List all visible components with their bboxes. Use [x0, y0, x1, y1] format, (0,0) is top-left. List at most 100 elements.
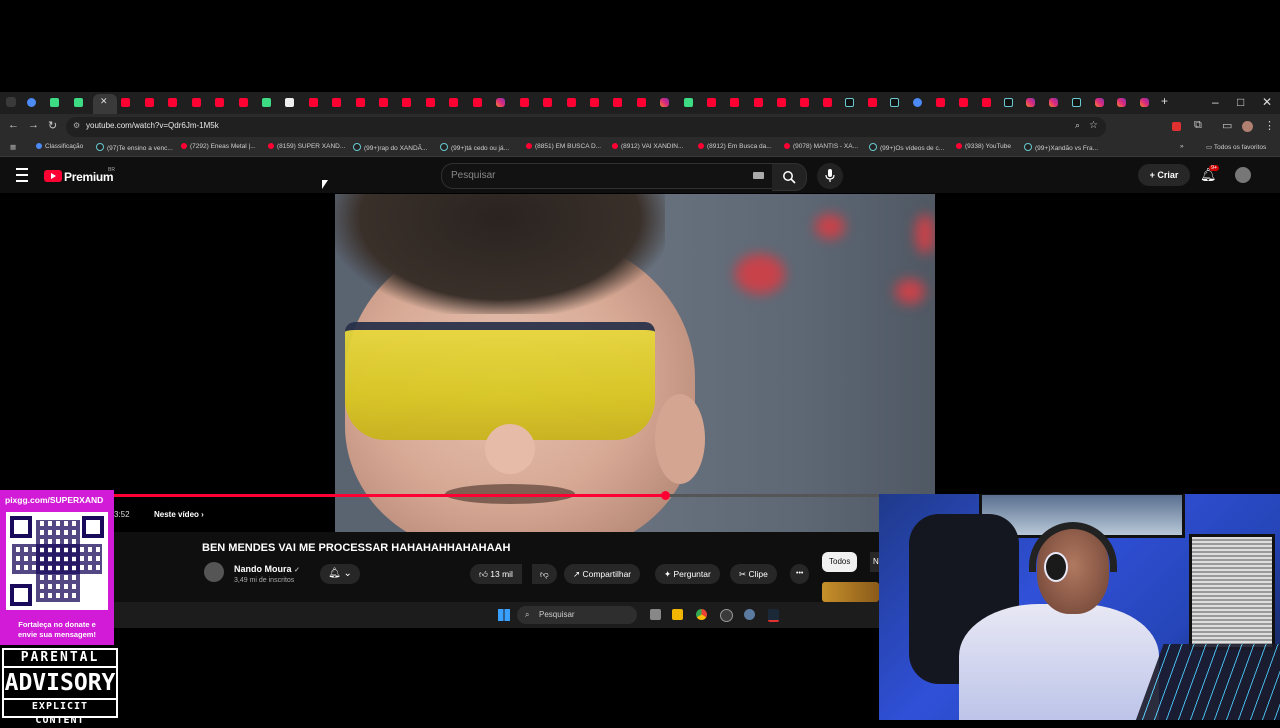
- bookmark-item[interactable]: (99+)rap do XANDÃ...: [353, 143, 427, 152]
- in-this-video-button[interactable]: Neste vídeo ›: [154, 510, 204, 519]
- sidebar-icon[interactable]: ▭: [1222, 119, 1232, 132]
- bookmark-item[interactable]: (9338) YouTube: [956, 143, 1011, 150]
- bookmark-item[interactable]: (8912) VAI XANDIN...: [612, 143, 683, 150]
- ask-button[interactable]: ✦ Perguntar: [655, 564, 720, 584]
- tab-youtube-icon[interactable]: [613, 98, 622, 107]
- tab-favicon[interactable]: [285, 98, 294, 107]
- browser-menu-icon[interactable]: ⋮: [1264, 119, 1275, 132]
- tab-youtube-icon[interactable]: [730, 98, 739, 107]
- tab-youtube-icon[interactable]: [520, 98, 529, 107]
- video-player[interactable]: [335, 194, 935, 532]
- tab-youtube-icon[interactable]: [309, 98, 318, 107]
- task-view-icon[interactable]: [650, 609, 661, 620]
- tab-instagram-icon[interactable]: [660, 98, 669, 107]
- zoom-icon[interactable]: ⌕: [1075, 120, 1080, 131]
- progress-scrubber[interactable]: [661, 491, 670, 500]
- tab-youtube-icon[interactable]: [800, 98, 809, 107]
- clip-button[interactable]: ✂ Clipe: [730, 564, 777, 584]
- tab-youtube-icon[interactable]: [473, 98, 482, 107]
- bookmark-item[interactable]: (8159) SUPER XAND...: [268, 143, 345, 150]
- menu-hamburger-icon[interactable]: [16, 168, 28, 182]
- tab-youtube-icon[interactable]: [356, 98, 365, 107]
- bookmark-item[interactable]: (9078) MANTIS - XA...: [784, 143, 858, 150]
- chip-all[interactable]: Todos: [822, 552, 858, 572]
- steam-icon[interactable]: [768, 609, 779, 622]
- maximize-icon[interactable]: □: [1237, 95, 1244, 109]
- more-actions-button[interactable]: •••: [790, 564, 810, 584]
- tab-instagram-icon[interactable]: [1026, 98, 1035, 107]
- tab-youtube-icon[interactable]: [449, 98, 458, 107]
- profile-avatar[interactable]: [1242, 121, 1253, 132]
- url-field[interactable]: ⚙ youtube.com/watch?v=Qdr6Jm-1M5k ☆ ⌕: [66, 117, 1106, 137]
- subscription-bell-button[interactable]: 🔔︎ ⌄: [320, 564, 360, 584]
- bookmark-item[interactable]: (7292) Eneas Metal |...: [181, 143, 256, 150]
- app-icon[interactable]: [720, 609, 733, 622]
- tab-youtube-icon[interactable]: [868, 98, 877, 107]
- like-button[interactable]: 👍︎ 13 mil: [470, 564, 522, 584]
- back-icon[interactable]: ←: [8, 119, 19, 131]
- bookmark-item[interactable]: (99+)Xandão vs Fra...: [1024, 143, 1098, 152]
- tab-instagram-icon[interactable]: [496, 98, 505, 107]
- tab-tiktok-icon[interactable]: [1004, 98, 1013, 107]
- channel-avatar[interactable]: [204, 562, 224, 582]
- tab-tiktok-icon[interactable]: [1072, 98, 1081, 107]
- tab-youtube-icon[interactable]: [590, 98, 599, 107]
- extension-icon[interactable]: [1172, 122, 1181, 131]
- search-input[interactable]: Pesquisar: [441, 163, 773, 189]
- tab-favicon[interactable]: [74, 98, 83, 107]
- tab-youtube-icon[interactable]: [936, 98, 945, 107]
- create-button[interactable]: + Criar: [1138, 164, 1190, 186]
- site-info-icon[interactable]: ⚙: [73, 121, 80, 130]
- bookmark-item[interactable]: (99+)tá cedo ou já...: [440, 143, 509, 152]
- voice-search-button[interactable]: [817, 163, 843, 189]
- channel-name[interactable]: Nando Moura ✓: [234, 564, 300, 574]
- reload-icon[interactable]: ↻: [48, 119, 57, 132]
- tab-youtube-icon[interactable]: [121, 98, 130, 107]
- bookmark-item[interactable]: (99+)Os vídeos de c...: [869, 143, 944, 152]
- bookmark-item[interactable]: (8912) Em Busca da...: [698, 143, 772, 150]
- youtube-premium-logo[interactable]: Premium: [64, 170, 114, 184]
- youtube-logo-icon[interactable]: [44, 170, 62, 182]
- tab-instagram-icon[interactable]: [1095, 98, 1104, 107]
- tab-youtube-icon[interactable]: [543, 98, 552, 107]
- tab-instagram-icon[interactable]: [1140, 98, 1149, 107]
- tab-youtube-icon[interactable]: [982, 98, 991, 107]
- tab-tiktok-icon[interactable]: [845, 98, 854, 107]
- keyboard-icon[interactable]: [753, 172, 764, 179]
- tab-favicon[interactable]: [50, 98, 59, 107]
- tab-youtube-icon[interactable]: [168, 98, 177, 107]
- tab-youtube-icon[interactable]: [707, 98, 716, 107]
- tab-instagram-icon[interactable]: [1049, 98, 1058, 107]
- minimize-icon[interactable]: –: [1212, 95, 1219, 109]
- tab-favicon[interactable]: [684, 98, 693, 107]
- video-progress-bar[interactable]: [0, 491, 879, 500]
- apps-grid-icon[interactable]: ▦: [10, 143, 16, 151]
- tab-favicon[interactable]: [27, 98, 36, 107]
- taskbar-search[interactable]: ⌕ Pesquisar: [517, 606, 637, 624]
- forward-icon[interactable]: →: [28, 119, 39, 131]
- bookmark-star-icon[interactable]: ☆: [1089, 120, 1098, 131]
- user-avatar[interactable]: [1235, 167, 1251, 183]
- tab-youtube-icon[interactable]: [379, 98, 388, 107]
- tab-youtube-icon[interactable]: [215, 98, 224, 107]
- settings-gear-icon[interactable]: [744, 609, 755, 620]
- tab-youtube-icon[interactable]: [402, 98, 411, 107]
- recommended-thumbnail[interactable]: [822, 582, 879, 602]
- tab-youtube-icon[interactable]: [777, 98, 786, 107]
- chrome-icon[interactable]: [696, 609, 707, 620]
- more-bookmarks-icon[interactable]: »: [1180, 143, 1184, 150]
- tab-youtube-icon[interactable]: [426, 98, 435, 107]
- tab-youtube-icon[interactable]: [192, 98, 201, 107]
- new-tab-icon[interactable]: +: [1161, 94, 1168, 108]
- tab-youtube-icon[interactable]: [332, 98, 341, 107]
- tab-youtube-icon[interactable]: [637, 98, 646, 107]
- bookmark-item[interactable]: (97)Te ensino a venc...: [96, 143, 173, 152]
- tab-kick-icon[interactable]: [262, 98, 271, 107]
- close-window-icon[interactable]: ✕: [1262, 95, 1272, 109]
- tab-youtube-icon[interactable]: [959, 98, 968, 107]
- tab-search-icon[interactable]: [6, 97, 16, 107]
- tab-youtube-icon[interactable]: [145, 98, 154, 107]
- all-bookmarks-folder[interactable]: ▭ Todos os favoritos: [1206, 143, 1266, 151]
- tab-youtube-icon[interactable]: [754, 98, 763, 107]
- tab-favicon[interactable]: [913, 98, 922, 107]
